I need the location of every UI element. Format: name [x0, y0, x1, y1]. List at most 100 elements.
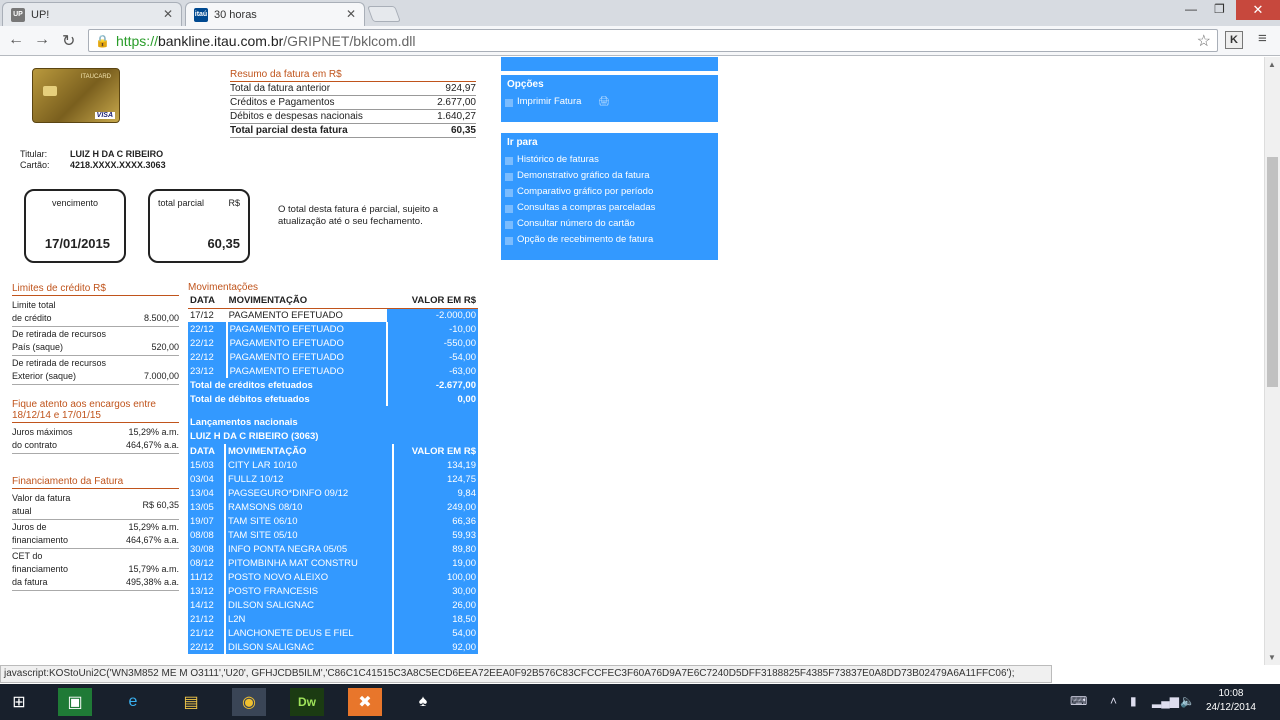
goto-item-receipt-option[interactable]: Opção de recebimento de fatura — [501, 232, 718, 248]
store-icon[interactable]: ▣ — [58, 688, 92, 716]
row-value: 30,00 — [391, 584, 478, 598]
volume-icon[interactable]: 🔈 — [1180, 694, 1195, 708]
table-row[interactable]: 23/12 PAGAMENTO EFETUADO -63,00 — [188, 364, 478, 378]
table-row[interactable]: 13/12 POSTO FRANCESIS 30,00 — [188, 584, 478, 598]
goto-item-comparative[interactable]: Comparativo gráfico por período — [501, 184, 718, 200]
row-value: 9,84 — [391, 486, 478, 500]
goto-item-card-number[interactable]: Consultar número do cartão — [501, 216, 718, 232]
row-date: 21/12 — [188, 612, 225, 626]
row-value: 66,36 — [391, 514, 478, 528]
chrome-icon[interactable]: ◉ — [232, 688, 266, 716]
table-row[interactable]: 03/04 FULLZ 10/12 124,75 — [188, 472, 478, 486]
windows-taskbar: ⊞ ▣ e ▤ ◉ Dw ✖ ♠ ⌨ ˄ ▮ ▂▄▆ 🔈 10:08 24/12… — [0, 684, 1280, 720]
financing-value: 464,67% a.a. — [125, 535, 179, 545]
table-row[interactable]: 13/04 PAGSEGURO*DINFO 09/12 9,84 — [188, 486, 478, 500]
goto-item-graphic[interactable]: Demonstrativo gráfico da fatura — [501, 168, 718, 184]
tab-30-horas[interactable]: itaú 30 horas ✕ — [185, 2, 365, 26]
file-explorer-icon[interactable]: ▤ — [174, 688, 208, 716]
windows-start-icon[interactable]: ⊞ — [2, 688, 36, 716]
bookmark-star-icon[interactable]: ☆ — [1197, 31, 1211, 51]
table-row[interactable]: 22/12 DILSON SALIGNAC 92,00 — [188, 640, 478, 654]
row-value: 54,00 — [391, 626, 478, 640]
tab-up[interactable]: UP UP! ✕ — [2, 2, 182, 26]
print-invoice-label: Imprimir Fatura — [517, 96, 582, 107]
financing-label: Juros de — [12, 522, 47, 532]
close-tab-icon[interactable]: ✕ — [163, 7, 173, 21]
summary-value: 924,97 — [445, 83, 476, 94]
summary-row: Total da fatura anterior 924,97 — [230, 82, 476, 96]
row-desc: RAMSONS 08/10 — [223, 500, 393, 514]
table-row[interactable]: 22/12 PAGAMENTO EFETUADO -550,00 — [188, 336, 478, 350]
table-row[interactable]: 21/12 LANCHONETE DEUS E FIEL 54,00 — [188, 626, 478, 640]
extension-icon[interactable]: K — [1225, 31, 1243, 49]
partial-total-value: 60,35 — [207, 236, 240, 251]
browser-toolbar: ← → ↻ 🔒 https:// bankline.itau.com.br /G… — [0, 26, 1280, 56]
battery-icon[interactable]: ▮ — [1130, 694, 1137, 708]
window-close-button[interactable]: ✕ — [1236, 0, 1280, 20]
reload-icon[interactable]: ↻ — [62, 31, 75, 51]
row-date: 13/04 — [188, 486, 225, 500]
financing-label: Valor da fatura — [12, 493, 71, 503]
app-icon[interactable]: ♠ — [406, 688, 440, 716]
goto-item-history[interactable]: Histórico de faturas — [501, 152, 718, 168]
minimize-icon[interactable]: — — [1185, 2, 1197, 16]
xampp-icon[interactable]: ✖ — [348, 688, 382, 716]
scroll-up-icon[interactable]: ▲ — [1268, 60, 1276, 69]
table-row[interactable]: 19/07 TAM SITE 06/10 66,36 — [188, 514, 478, 528]
menu-icon[interactable]: ≡ — [1258, 30, 1267, 47]
lock-icon: 🔒 — [95, 33, 110, 48]
credit-card-image: ITAUCARD VISA — [32, 68, 120, 123]
summary-row-total: Total parcial desta fatura 60,35 — [230, 124, 476, 138]
table-row[interactable]: 11/12 POSTO NOVO ALEIXO 100,00 — [188, 570, 478, 584]
financing-value: R$ 60,35 — [142, 499, 179, 510]
row-desc: TAM SITE 06/10 — [223, 514, 393, 528]
goto-panel: Ir para Histórico de faturas Demonstrati… — [501, 133, 718, 260]
row-date: 22/12 — [188, 640, 225, 654]
printer-icon: 🖨 — [598, 96, 611, 107]
scroll-down-icon[interactable]: ▼ — [1268, 653, 1276, 662]
back-arrow-icon[interactable]: ← — [8, 31, 24, 49]
summary-label: Total da fatura anterior — [230, 83, 331, 94]
movements-title: Movimentações — [188, 282, 259, 293]
system-clock[interactable]: 10:08 24/12/2014 — [1206, 687, 1256, 715]
national-title: Lançamentos nacionais — [188, 416, 478, 430]
partial-total-label: total parcial — [158, 198, 205, 208]
dreamweaver-icon[interactable]: Dw — [290, 688, 324, 716]
summary-label: Créditos e Pagamentos — [230, 97, 335, 108]
table-row[interactable]: 08/08 TAM SITE 05/10 59,93 — [188, 528, 478, 542]
table-row[interactable]: 14/12 DILSON SALIGNAC 26,00 — [188, 598, 478, 612]
limit-row: De retirada de recursos País (saque) 520,0… — [12, 327, 179, 356]
table-row[interactable]: 15/03 CITY LAR 10/10 134,19 — [188, 458, 478, 472]
table-row[interactable]: 17/12 PAGAMENTO EFETUADO -2.000,00 — [188, 308, 478, 322]
address-bar[interactable]: 🔒 https:// bankline.itau.com.br /GRIPNET… — [88, 29, 1218, 52]
limit-value: 8.500,00 — [143, 313, 179, 323]
print-invoice-link[interactable]: Imprimir Fatura 🖨 — [501, 94, 718, 110]
table-row[interactable]: 13/05 RAMSONS 08/10 249,00 — [188, 500, 478, 514]
close-tab-icon[interactable]: ✕ — [346, 7, 356, 21]
financing-label: atual — [12, 506, 32, 516]
restore-icon[interactable]: ❐ — [1214, 2, 1225, 16]
page-scrollbar[interactable]: ▲ ▼ — [1264, 57, 1280, 665]
table-row[interactable]: 30/08 INFO PONTA NEGRA 05/05 89,80 — [188, 542, 478, 556]
forward-arrow-icon[interactable]: → — [34, 31, 50, 49]
header-date: DATA — [188, 294, 227, 309]
header-date: DATA — [188, 444, 225, 458]
internet-explorer-icon[interactable]: e — [116, 688, 150, 716]
tray-arrow-icon[interactable]: ˄ — [1110, 694, 1117, 708]
row-desc: PAGSEGURO*DINFO 09/12 — [223, 486, 393, 500]
url-scheme: https:// — [115, 32, 158, 49]
scroll-thumb[interactable] — [1267, 157, 1278, 387]
limit-label: De retirada de recursos — [12, 358, 107, 368]
table-row[interactable]: 22/12 PAGAMENTO EFETUADO -10,00 — [188, 322, 478, 336]
goto-item-installments[interactable]: Consultas a compras parceladas — [501, 200, 718, 216]
table-row[interactable]: 22/12 PAGAMENTO EFETUADO -54,00 — [188, 350, 478, 364]
new-tab-button[interactable] — [367, 6, 401, 22]
table-row[interactable]: 08/12 PITOMBINHA MAT CONSTRU 19,00 — [188, 556, 478, 570]
summary-row: Débitos e despesas nacionais 1.640,27 — [230, 110, 476, 124]
card-chip-icon — [43, 86, 57, 96]
network-icon[interactable]: ▂▄▆ — [1152, 694, 1179, 708]
header-value: VALOR EM R$ — [391, 444, 478, 458]
keyboard-icon[interactable]: ⌨ — [1070, 694, 1087, 708]
financing-row: Juros de financiamento 15,29% a.m. 464,67% … — [12, 520, 179, 549]
table-row[interactable]: 21/12 L2N 18,50 — [188, 612, 478, 626]
